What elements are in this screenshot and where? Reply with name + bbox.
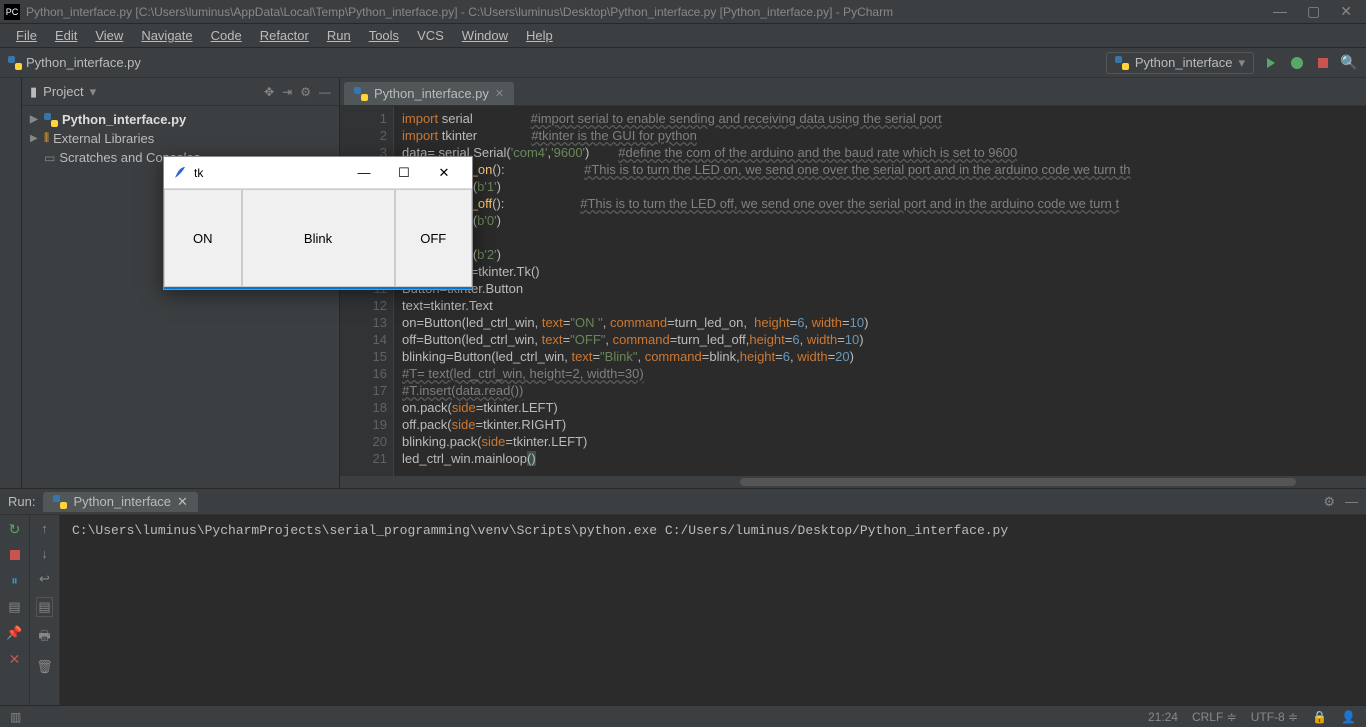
tree-root[interactable]: ▶ Python_interface.py: [22, 110, 339, 129]
minimize-button[interactable]: —: [1273, 3, 1287, 20]
gear-icon[interactable]: [1323, 494, 1335, 510]
stop-button[interactable]: [1314, 54, 1332, 72]
scroll-to-end-icon[interactable]: ▤: [36, 597, 52, 617]
tk-off-button[interactable]: OFF: [395, 189, 473, 287]
tk-close-button[interactable]: ✕: [424, 165, 464, 181]
menu-run[interactable]: Run: [319, 26, 359, 45]
project-panel-title: Project: [43, 84, 83, 99]
run-output[interactable]: C:\Users\luminus\PycharmProjects\serial_…: [60, 515, 1366, 705]
menu-window[interactable]: Window: [454, 26, 516, 45]
menu-refactor[interactable]: Refactor: [252, 26, 317, 45]
menu-bar: File Edit View Navigate Code Refactor Ru…: [0, 24, 1366, 48]
python-icon: [53, 495, 67, 509]
run-configuration-selector[interactable]: Python_interface: [1106, 52, 1254, 74]
run-config-name: Python_interface: [1135, 55, 1233, 70]
bug-icon: [1291, 57, 1303, 69]
down-arrow-icon[interactable]: ↓: [41, 546, 48, 561]
line-separator[interactable]: CRLF ≑: [1192, 710, 1237, 724]
layout-button[interactable]: ▤: [7, 599, 23, 615]
file-encoding[interactable]: UTF-8 ≑: [1251, 710, 1298, 724]
menu-view[interactable]: View: [87, 26, 131, 45]
menu-tools[interactable]: Tools: [361, 26, 407, 45]
breadcrumb[interactable]: Python_interface.py: [8, 55, 141, 70]
gear-icon[interactable]: [300, 85, 311, 99]
tk-active-border: [164, 287, 472, 289]
play-icon: [1267, 58, 1275, 68]
tk-titlebar[interactable]: tk — ☐ ✕: [164, 157, 472, 189]
close-tab-icon[interactable]: ✕: [177, 494, 188, 510]
close-tab-icon[interactable]: ✕: [495, 87, 504, 100]
project-panel-icon: ▮: [30, 84, 37, 100]
scrollbar-thumb[interactable]: [740, 478, 1296, 486]
menu-vcs[interactable]: VCS: [409, 26, 452, 45]
inspector-icon[interactable]: 👤: [1341, 710, 1356, 724]
print-icon[interactable]: 🖶: [38, 627, 50, 649]
run-button[interactable]: [1262, 54, 1280, 72]
hide-icon[interactable]: [1345, 494, 1358, 510]
scratch-icon: ▭: [44, 151, 55, 165]
tk-blink-button[interactable]: Blink: [242, 189, 395, 287]
debug-button[interactable]: [1288, 54, 1306, 72]
stop-run-button[interactable]: [7, 547, 23, 563]
run-tool-window: Run: Python_interface ✕ ↻ ⏸ ▤ 📌 ✕ ↑ ↓ ↩ …: [0, 488, 1366, 705]
python-file-icon: [354, 87, 368, 101]
python-file-icon: [44, 113, 58, 127]
pause-button[interactable]: ⏸: [7, 573, 23, 589]
menu-navigate[interactable]: Navigate: [133, 26, 200, 45]
menu-edit[interactable]: Edit: [47, 26, 85, 45]
tk-minimize-button[interactable]: —: [344, 165, 384, 181]
python-file-icon: [8, 56, 22, 70]
code-editor[interactable]: 123456789101112131415161718192021 import…: [340, 106, 1366, 476]
run-toolbar-primary: ↻ ⏸ ▤ 📌 ✕: [0, 515, 30, 705]
tk-window-title: tk: [194, 166, 344, 180]
locate-icon[interactable]: ✥: [264, 85, 274, 99]
editor-tab[interactable]: Python_interface.py ✕: [344, 82, 514, 105]
stop-icon: [1318, 58, 1328, 68]
up-arrow-icon[interactable]: ↑: [41, 521, 48, 536]
editor: Python_interface.py ✕ 123456789101112131…: [340, 78, 1366, 488]
hide-icon[interactable]: [319, 85, 331, 99]
close-button[interactable]: ✕: [1340, 3, 1352, 20]
left-tool-strip: [0, 78, 22, 488]
run-toolbar-secondary: ↑ ↓ ↩ ▤ 🖶 🗑: [30, 515, 60, 705]
run-tab[interactable]: Python_interface ✕: [43, 492, 197, 512]
status-bar: ▥ 21:24 CRLF ≑ UTF-8 ≑ 🔒 👤: [0, 705, 1366, 727]
run-label: Run:: [8, 494, 35, 509]
chevron-down-icon[interactable]: [90, 84, 97, 100]
pin-button[interactable]: 📌: [7, 625, 23, 641]
lock-icon[interactable]: 🔒: [1312, 710, 1327, 724]
collapse-icon[interactable]: ⇥: [282, 85, 292, 99]
python-icon: [1115, 56, 1129, 70]
cursor-position[interactable]: 21:24: [1148, 710, 1178, 724]
chevron-down-icon: [1238, 55, 1245, 71]
tk-feather-icon: [172, 165, 188, 181]
menu-code[interactable]: Code: [203, 26, 250, 45]
tk-maximize-button[interactable]: ☐: [384, 165, 424, 181]
soft-wrap-icon[interactable]: ↩: [39, 571, 50, 587]
tree-external-libraries[interactable]: ▶⫼ External Libraries: [22, 129, 339, 148]
menu-file[interactable]: File: [8, 26, 45, 45]
status-left-icon[interactable]: ▥: [10, 710, 21, 724]
close-run-button[interactable]: ✕: [7, 651, 23, 667]
navigation-bar: Python_interface.py Python_interface 🔍: [0, 48, 1366, 78]
library-icon: ⫼: [44, 132, 49, 145]
trash-icon[interactable]: 🗑: [36, 659, 53, 675]
breadcrumb-file: Python_interface.py: [26, 55, 141, 70]
search-button[interactable]: 🔍: [1340, 54, 1358, 72]
tk-popup-window: tk — ☐ ✕ ON Blink OFF: [163, 156, 473, 290]
stop-icon: [10, 550, 20, 560]
maximize-button[interactable]: ▢: [1307, 3, 1320, 20]
menu-help[interactable]: Help: [518, 26, 561, 45]
rerun-button[interactable]: ↻: [7, 521, 23, 537]
tk-on-button[interactable]: ON: [164, 189, 242, 287]
window-title: Python_interface.py [C:\Users\luminus\Ap…: [26, 5, 1273, 19]
horizontal-scrollbar[interactable]: [340, 476, 1366, 488]
app-icon: PC: [4, 4, 20, 20]
code-content[interactable]: import serial #import serial to enable s…: [394, 106, 1366, 476]
os-titlebar: PC Python_interface.py [C:\Users\luminus…: [0, 0, 1366, 24]
